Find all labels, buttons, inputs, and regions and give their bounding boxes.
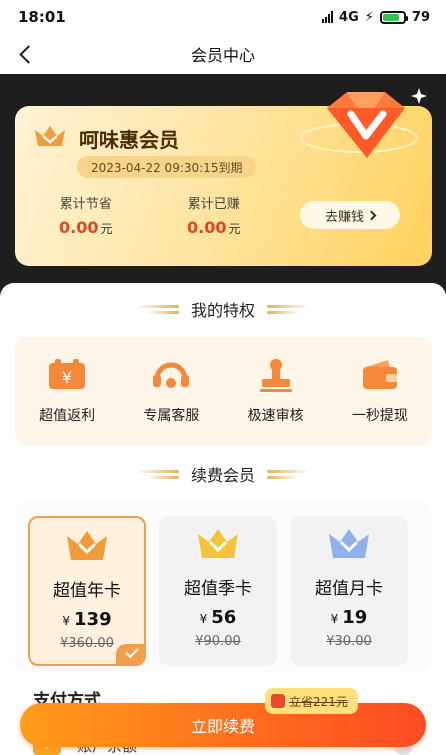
price-amount: 139 bbox=[74, 609, 112, 630]
selected-check-icon bbox=[116, 644, 144, 664]
battery-icon bbox=[379, 10, 408, 24]
privileges-title: 我的特权 bbox=[190, 301, 255, 320]
wallet-icon bbox=[362, 360, 397, 389]
saved-stat: 累计节省 0.00 元 bbox=[59, 193, 113, 237]
chevron-right-icon bbox=[366, 210, 377, 220]
renew-header: 续费会员 bbox=[0, 462, 446, 486]
earned-value: 0.00 元 bbox=[187, 218, 241, 237]
network-label: 4G bbox=[339, 9, 359, 25]
status-icons: 4G ⚡ 79 bbox=[322, 10, 430, 25]
title-decoration-right bbox=[267, 469, 307, 479]
renew-title: 续费会员 bbox=[190, 466, 255, 485]
plan-price: ¥139 bbox=[62, 609, 111, 630]
plan-name: 超值年卡 bbox=[53, 581, 121, 601]
savings-badge: 立省221元 bbox=[265, 688, 358, 714]
red-packet-icon bbox=[271, 694, 285, 708]
saved-unit: 元 bbox=[100, 222, 113, 236]
privilege-service[interactable]: 专属客服 bbox=[126, 357, 216, 425]
back-button[interactable] bbox=[12, 40, 40, 68]
saved-amount: 0.00 bbox=[59, 218, 99, 237]
charging-icon: ⚡ bbox=[364, 9, 374, 25]
privilege-review[interactable]: 极速审核 bbox=[231, 357, 321, 425]
plans-panel: 超值年卡 ¥139 ¥360.00 超值季卡 ¥56 ¥90.00 超值月卡 ¥… bbox=[15, 502, 432, 672]
headset-icon bbox=[153, 362, 190, 388]
privilege-label: 一秒提现 bbox=[351, 408, 408, 424]
privilege-label: 专属客服 bbox=[143, 408, 200, 424]
renew-now-button[interactable]: 立即续费 bbox=[20, 703, 426, 747]
earned-stat: 累计已赚 0.00 元 bbox=[187, 193, 241, 237]
saved-label: 累计节省 bbox=[59, 197, 112, 212]
plan-original-price: ¥90.00 bbox=[195, 634, 241, 649]
price-amount: 19 bbox=[342, 607, 368, 628]
stamp-icon bbox=[259, 359, 292, 392]
title-decoration-right bbox=[267, 304, 307, 314]
svg-text:¥: ¥ bbox=[62, 368, 72, 387]
earn-money-label: 去赚钱 bbox=[324, 209, 364, 225]
member-card: 呵味惠会员 2023-04-22 09:30:15到期 累计节省 0.00 元 累… bbox=[15, 88, 432, 266]
crown-icon bbox=[329, 529, 369, 558]
privilege-label: 极速审核 bbox=[247, 408, 304, 424]
expire-date: 2023-04-22 09:30:15到期 bbox=[77, 156, 257, 178]
plan-original-price: ¥360.00 bbox=[60, 636, 114, 651]
crown-icon bbox=[198, 529, 238, 558]
battery-percent: 79 bbox=[411, 9, 430, 25]
crown-icon bbox=[67, 531, 107, 560]
privilege-label: 超值返利 bbox=[39, 408, 96, 424]
signal-icon bbox=[322, 11, 334, 23]
earned-unit: 元 bbox=[228, 222, 241, 236]
status-time: 18:01 bbox=[18, 8, 66, 26]
battery-level bbox=[382, 13, 399, 21]
title-decoration-left bbox=[138, 469, 179, 479]
vip-gem-icon bbox=[300, 88, 427, 158]
privileges-header: 我的特权 bbox=[0, 297, 446, 321]
rebate-icon: ¥ bbox=[49, 359, 86, 389]
currency-symbol: ¥ bbox=[62, 614, 71, 628]
currency-symbol: ¥ bbox=[330, 612, 339, 626]
privileges-panel: ¥ 超值返利 专属客服 极速审核 一秒提现 bbox=[15, 337, 432, 445]
savings-text: 立省221元 bbox=[289, 694, 348, 709]
earned-amount: 0.00 bbox=[187, 218, 227, 237]
crown-icon bbox=[35, 126, 65, 146]
saved-value: 0.00 元 bbox=[59, 218, 113, 237]
privilege-withdraw[interactable]: 一秒提现 bbox=[335, 357, 425, 425]
page-title: 会员中心 bbox=[190, 46, 255, 65]
plan-name: 超值季卡 bbox=[184, 579, 252, 599]
plan-price: ¥56 bbox=[200, 607, 237, 628]
currency-symbol: ¥ bbox=[199, 612, 208, 626]
plan-price: ¥19 bbox=[331, 607, 368, 628]
plan-card-year[interactable]: 超值年卡 ¥139 ¥360.00 bbox=[28, 516, 146, 666]
plan-name: 超值月卡 bbox=[315, 579, 383, 599]
nav-bar: 会员中心 bbox=[0, 34, 446, 74]
plan-original-price: ¥30.00 bbox=[326, 634, 372, 649]
privilege-rebate[interactable]: ¥ 超值返利 bbox=[22, 357, 112, 425]
plan-card-month[interactable]: 超值月卡 ¥19 ¥30.00 bbox=[290, 516, 408, 666]
plan-card-quarter[interactable]: 超值季卡 ¥56 ¥90.00 bbox=[159, 516, 277, 666]
card-title: 呵味惠会员 bbox=[79, 128, 179, 152]
earned-label: 累计已赚 bbox=[187, 197, 240, 212]
status-bar: 18:01 4G ⚡ 79 bbox=[0, 0, 446, 34]
price-amount: 56 bbox=[211, 607, 237, 628]
title-decoration-left bbox=[138, 304, 179, 314]
earn-money-button[interactable]: 去赚钱 bbox=[300, 201, 400, 229]
